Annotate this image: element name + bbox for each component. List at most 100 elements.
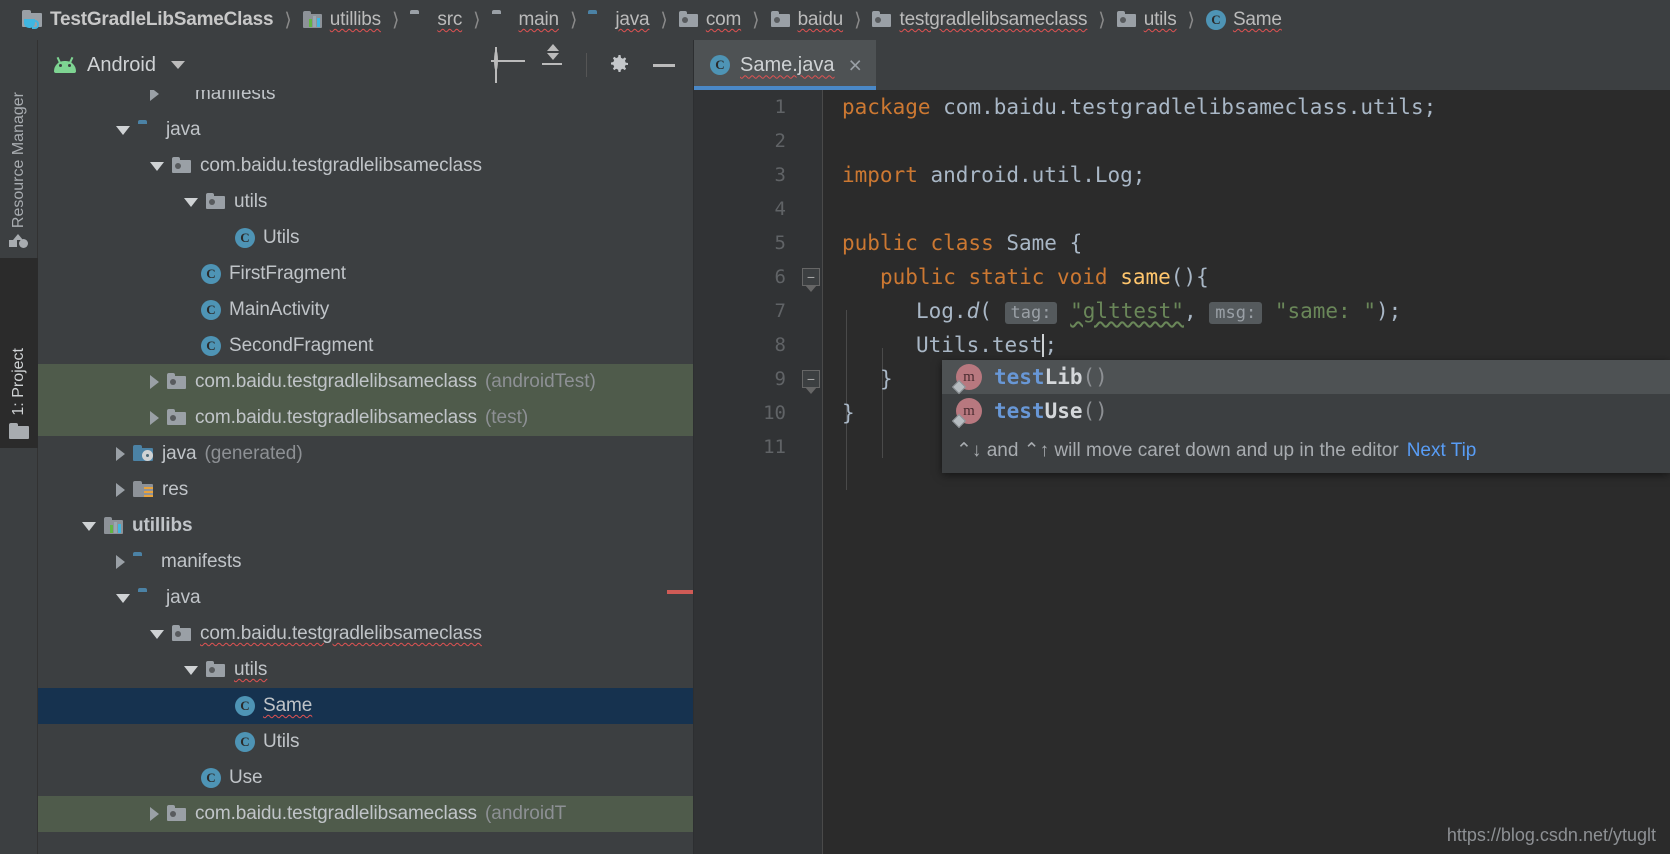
code-text: import android.util.Log; <box>842 163 1146 187</box>
chevron-down-icon[interactable] <box>184 197 198 207</box>
module-icon <box>302 10 323 29</box>
sidebar-tab-label: 1: Project <box>10 348 27 416</box>
class-icon: C <box>235 732 255 752</box>
chevron-down-icon[interactable] <box>150 161 164 171</box>
breadcrumb-separator: ⟩ <box>284 9 292 31</box>
editor-tab-label: Same.java <box>740 53 835 76</box>
chevron-down-icon[interactable] <box>184 665 198 675</box>
code-completion-popup[interactable]: m testLib() m testUse() ⌃↓ and ⌃↑ will m… <box>942 360 1670 473</box>
hide-panel-button[interactable] <box>653 52 679 78</box>
chevron-down-icon[interactable] <box>150 629 164 639</box>
breadcrumb-item-com[interactable]: com <box>675 9 745 31</box>
breadcrumb-item-java[interactable]: java <box>584 9 653 31</box>
class-icon: C <box>201 768 221 788</box>
tree-row-package-lib[interactable]: com.baidu.testgradlelibsameclass <box>38 616 693 652</box>
tree-row-utils-pkg-lib[interactable]: utils <box>38 652 693 688</box>
tree-row-package-androidtest-app[interactable]: com.baidu.testgradlelibsameclass (androi… <box>38 364 693 400</box>
tree-row-res[interactable]: res <box>38 472 693 508</box>
code-line-1: 1 package com.baidu.testgradlelibsamecla… <box>694 90 1670 124</box>
tree-row-module-utillibs[interactable]: utillibs <box>38 508 693 544</box>
completion-label: testLib() <box>994 365 1108 389</box>
breadcrumb-separator: ⟩ <box>569 9 578 31</box>
sidebar-tab-project[interactable]: 1: Project <box>0 258 38 448</box>
tree-row-mainactivity[interactable]: C MainActivity <box>38 292 693 328</box>
breadcrumb-item-utillibs[interactable]: utillibs <box>299 9 385 31</box>
fold-collapse-icon[interactable]: − <box>802 268 820 286</box>
code-text: Utils.test; <box>916 333 1058 357</box>
method-icon: m <box>951 364 982 395</box>
sidebar-tab-clipped[interactable]: nts <box>0 810 38 854</box>
tree-row-package-test-app[interactable]: com.baidu.testgradlelibsameclass (test) <box>38 400 693 436</box>
code-line-7: 7 Log.d( tag: "glttest", msg: "same: "); <box>694 294 1670 328</box>
package-icon <box>872 11 892 28</box>
tree-row-label: utils <box>234 191 268 212</box>
tree-row-manifests[interactable]: manifests <box>38 90 693 112</box>
breadcrumb-item-src[interactable]: src <box>406 9 466 31</box>
line-number: 1 <box>774 96 786 118</box>
breadcrumb-item-main[interactable]: main <box>488 9 563 31</box>
breadcrumb-separator: ⟩ <box>391 9 400 31</box>
code-text: package com.baidu.testgradlelibsameclass… <box>842 95 1437 119</box>
tree-row-use-class[interactable]: C Use <box>38 760 693 796</box>
gear-icon[interactable] <box>607 52 633 78</box>
class-icon: C <box>710 55 730 75</box>
project-folder-icon <box>22 10 43 29</box>
completion-item-testlib[interactable]: m testLib() <box>942 360 1670 395</box>
tree-row-firstfragment[interactable]: C FirstFragment <box>38 256 693 292</box>
chevron-right-icon[interactable] <box>150 90 159 101</box>
line-number: 3 <box>774 164 786 186</box>
tree-row-java-lib[interactable]: java <box>38 580 693 616</box>
breadcrumb-item-utils[interactable]: utils <box>1113 9 1181 31</box>
package-icon <box>167 373 187 390</box>
collapse-all-button[interactable] <box>540 44 566 78</box>
chevron-right-icon[interactable] <box>150 807 159 821</box>
tree-row-utils-pkg-app[interactable]: utils <box>38 184 693 220</box>
tree-row-same-class[interactable]: C Same <box>38 688 693 724</box>
code-line-4: 4 <box>694 192 1670 226</box>
tree-row-secondfragment[interactable]: C SecondFragment <box>38 328 693 364</box>
package-icon <box>167 805 187 822</box>
package-icon <box>172 625 192 642</box>
chevron-down-icon[interactable] <box>116 125 130 135</box>
chevron-down-icon[interactable] <box>82 521 96 531</box>
chevron-down-icon[interactable] <box>116 593 130 603</box>
error-stripe-marker <box>667 590 693 594</box>
tree-row-label: java <box>166 587 201 608</box>
code-text: } <box>842 401 855 425</box>
line-number: 7 <box>774 300 786 322</box>
generated-folder-icon <box>133 445 154 462</box>
next-tip-link[interactable]: Next Tip <box>1407 440 1477 462</box>
line-number: 9 <box>774 368 786 390</box>
tree-row-utils-class-app[interactable]: C Utils <box>38 220 693 256</box>
completion-hint-bar: ⌃↓ and ⌃↑ will move caret down and up in… <box>942 428 1670 473</box>
chevron-right-icon[interactable] <box>116 483 125 497</box>
line-number: 4 <box>774 198 786 220</box>
completion-item-testuse[interactable]: m testUse() <box>942 394 1670 429</box>
tree-row-package-app[interactable]: com.baidu.testgradlelibsameclass <box>38 148 693 184</box>
tree-row-package-androidtest-lib[interactable]: com.baidu.testgradlelibsameclass (androi… <box>38 796 693 832</box>
breadcrumb-item-same[interactable]: C Same <box>1202 9 1286 31</box>
package-icon <box>1116 11 1137 28</box>
tree-row-manifests-lib[interactable]: manifests <box>38 544 693 580</box>
chevron-right-icon[interactable] <box>150 375 159 389</box>
editor-tab-same-java[interactable]: C Same.java × <box>694 40 876 90</box>
breadcrumb-item-project[interactable]: TestGradleLibSameClass <box>18 9 277 31</box>
tree-row-label: FirstFragment <box>229 263 346 284</box>
select-opened-file-button[interactable] <box>494 50 520 78</box>
project-tree[interactable]: manifests java com.baidu.testgradlelibsa… <box>38 90 693 854</box>
sidebar-tab-resource-manager[interactable]: Resource Manager <box>0 40 38 258</box>
chevron-right-icon[interactable] <box>116 555 125 569</box>
folder-blue-icon <box>588 12 608 29</box>
tree-row-java[interactable]: java <box>38 112 693 148</box>
breadcrumb-item-testgradlelibsameclass[interactable]: testgradlelibsameclass <box>868 9 1091 31</box>
tree-row-java-generated[interactable]: java (generated) <box>38 436 693 472</box>
tree-row-utils-class-lib[interactable]: C Utils <box>38 724 693 760</box>
project-view-selector[interactable]: Android <box>54 54 185 77</box>
breadcrumb-item-baidu[interactable]: baidu <box>767 9 848 31</box>
close-icon[interactable]: × <box>845 53 862 77</box>
fold-collapse-icon[interactable]: − <box>802 370 820 388</box>
chevron-right-icon[interactable] <box>116 447 125 461</box>
chevron-right-icon[interactable] <box>150 411 159 425</box>
